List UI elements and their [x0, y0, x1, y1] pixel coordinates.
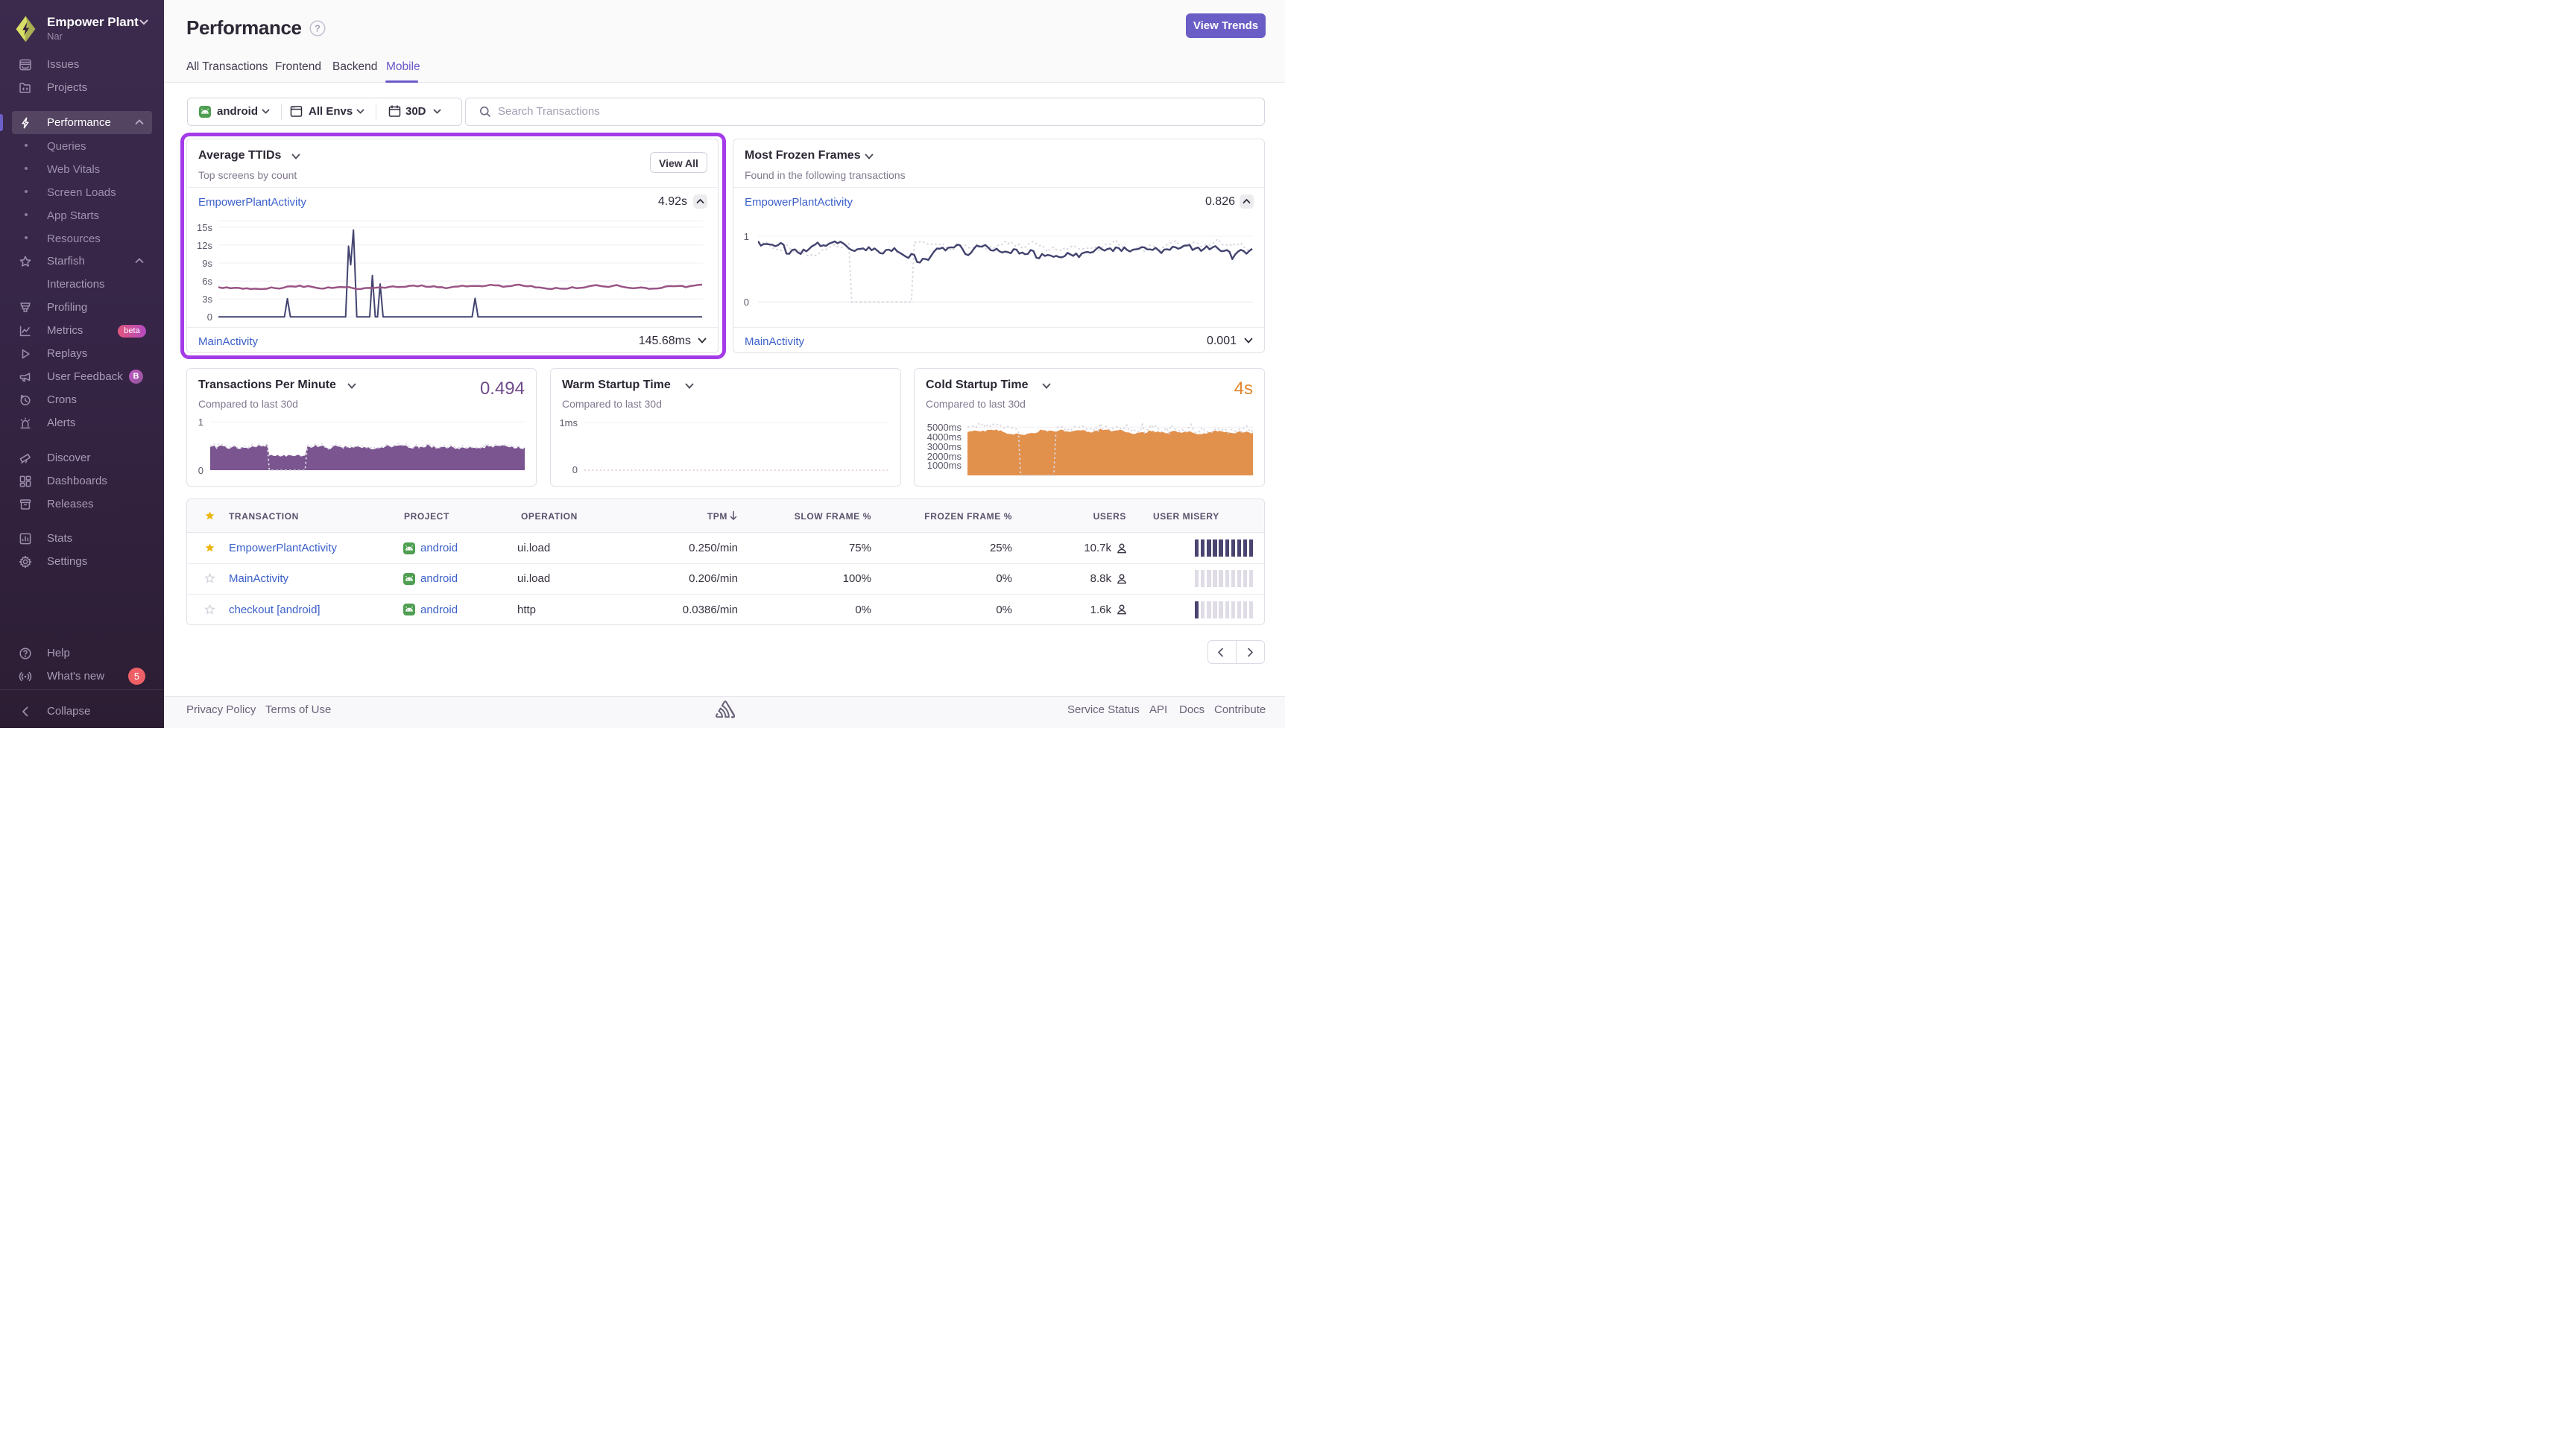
svg-text:?: ? — [315, 23, 321, 34]
